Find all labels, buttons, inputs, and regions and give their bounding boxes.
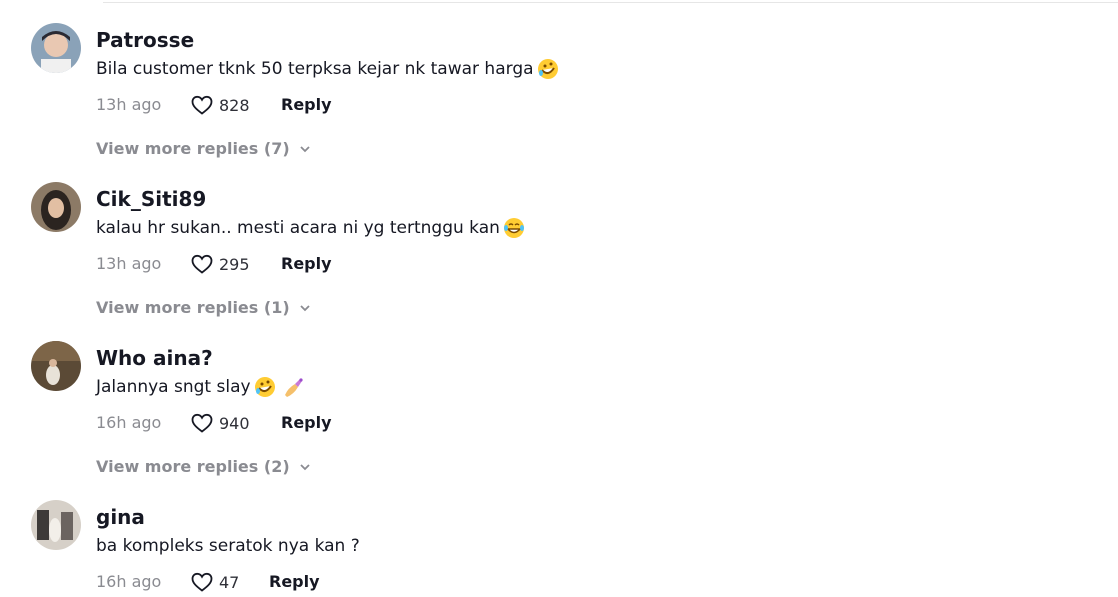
tears-of-joy-emoji-icon [503,217,525,239]
nail-polish-emoji-icon [282,376,304,398]
comment-text-row: Jalannya sngt slay [96,376,304,398]
like-count: 47 [219,572,240,592]
like-button[interactable]: 940 [190,411,250,435]
avatar[interactable] [31,182,81,232]
comment-text: Jalannya sngt slay [96,377,251,397]
comment-meta: 13h ago 295 Reply [96,252,496,276]
heart-icon [190,570,214,594]
view-more-label: View more replies (1) [96,298,290,317]
avatar[interactable] [31,23,81,73]
username[interactable]: Cik_Siti89 [96,187,206,211]
view-more-label: View more replies (7) [96,139,290,158]
like-button[interactable]: 47 [190,570,239,594]
avatar[interactable] [31,341,81,391]
view-more-replies[interactable]: View more replies (2) [96,457,312,476]
avatar[interactable] [31,500,81,550]
reply-button[interactable]: Reply [281,95,332,114]
comment-meta: 16h ago 47 Reply [96,570,496,594]
chevron-down-icon [298,460,312,474]
chevron-down-icon [298,142,312,156]
rolling-on-floor-laughing-emoji-icon [537,58,559,80]
top-divider [103,2,1118,3]
like-button[interactable]: 295 [190,252,250,276]
username[interactable]: gina [96,505,145,529]
reply-button[interactable]: Reply [281,254,332,273]
comment-text-row: Bila customer tknk 50 terpksa kejar nk t… [96,58,559,80]
view-more-replies[interactable]: View more replies (7) [96,139,312,158]
heart-icon [190,411,214,435]
view-more-replies[interactable]: View more replies (1) [96,298,312,317]
username[interactable]: Patrosse [96,28,194,52]
reply-button[interactable]: Reply [269,572,320,591]
timestamp: 13h ago [96,254,162,273]
like-count: 828 [219,95,250,115]
like-count: 940 [219,413,250,433]
comment-text: kalau hr sukan.. mesti acara ni yg tertn… [96,218,500,238]
view-more-label: View more replies (2) [96,457,290,476]
timestamp: 13h ago [96,95,162,114]
like-count: 295 [219,254,250,274]
reply-button[interactable]: Reply [281,413,332,432]
heart-icon [190,252,214,276]
comment-text: Bila customer tknk 50 terpksa kejar nk t… [96,59,534,79]
comment-meta: 13h ago 828 Reply [96,93,496,117]
like-button[interactable]: 828 [190,93,250,117]
timestamp: 16h ago [96,413,162,432]
rolling-on-floor-laughing-emoji-icon [254,376,276,398]
comment-text: ba kompleks seratok nya kan ? [96,536,360,556]
chevron-down-icon [298,301,312,315]
comment-text-row: kalau hr sukan.. mesti acara ni yg tertn… [96,217,525,239]
username[interactable]: Who aina? [96,346,213,370]
comment-meta: 16h ago 940 Reply [96,411,496,435]
heart-icon [190,93,214,117]
timestamp: 16h ago [96,572,162,591]
comment-text-row: ba kompleks seratok nya kan ? [96,535,360,557]
